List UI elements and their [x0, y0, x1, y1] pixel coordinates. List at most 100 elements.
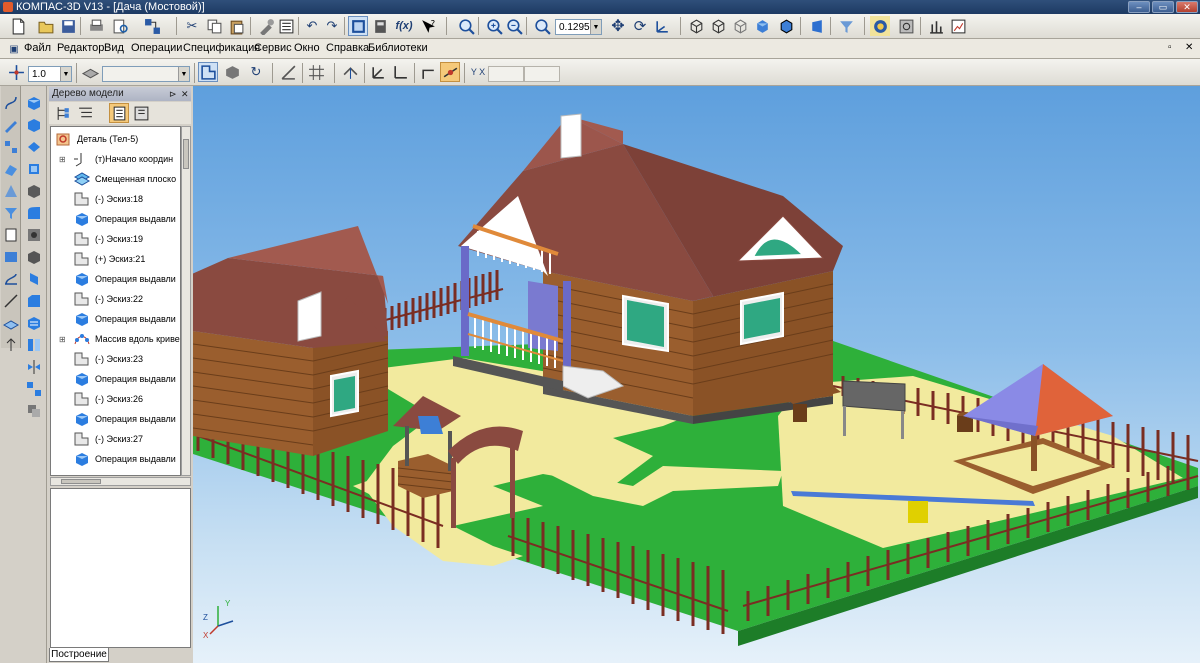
zoom-scale-select[interactable]: 0.1295 ▼ [555, 19, 602, 35]
menu-libraries[interactable]: Библиотеки [368, 42, 428, 54]
variables-button[interactable]: f(x) [392, 16, 416, 36]
sheet-metal-icon[interactable] [2, 270, 20, 288]
shaded-edges-icon[interactable] [776, 16, 796, 36]
zoom-window-icon[interactable] [456, 16, 476, 36]
measure-tools-icon[interactable] [2, 182, 20, 200]
redo-icon[interactable]: ↷ [322, 16, 342, 36]
menu-operations[interactable]: Операции [131, 42, 182, 54]
tree-item[interactable]: ⊞ (т)Начало координ [51, 149, 180, 169]
save-icon[interactable] [58, 16, 78, 36]
surface-tools-icon[interactable] [2, 160, 20, 178]
menu-specification[interactable]: Спецификация [183, 42, 260, 54]
library-icon[interactable] [870, 16, 890, 36]
local-cs-icon[interactable] [368, 62, 388, 82]
tree-item[interactable]: (-) Эскиз:18 [51, 189, 180, 209]
shaded-icon[interactable] [752, 16, 772, 36]
grid-icon[interactable] [306, 62, 326, 82]
tree-item[interactable]: (+) Эскиз:21 [51, 249, 180, 269]
hole-operation-icon[interactable] [25, 226, 43, 244]
zoom-in-icon[interactable] [484, 16, 504, 36]
layer-icon[interactable] [80, 62, 100, 82]
perspective-icon[interactable] [806, 16, 826, 36]
shell-operation-icon[interactable] [25, 248, 43, 266]
horizontal-scrollbar[interactable] [50, 477, 191, 486]
zoom-scale-icon[interactable] [532, 16, 552, 36]
rotate-icon[interactable]: ⟳ [630, 16, 650, 36]
tree-item[interactable]: (-) Эскиз:22 [51, 289, 180, 309]
normal-to-icon[interactable] [340, 62, 360, 82]
auxiliary-geometry-icon[interactable] [2, 314, 20, 332]
menu-file[interactable]: Файл [24, 42, 51, 54]
scrollbar-thumb[interactable] [61, 479, 101, 484]
menu-view[interactable]: Вид [104, 42, 124, 54]
snap-icon[interactable] [418, 62, 438, 82]
split-operation-icon[interactable] [25, 336, 43, 354]
rebuild-icon[interactable]: ↻ [246, 62, 266, 82]
filter-icon[interactable] [836, 16, 856, 36]
coord-y-field[interactable] [524, 66, 560, 82]
angle-icon[interactable] [278, 62, 298, 82]
wireframe-icon[interactable] [686, 16, 706, 36]
orientation-icon[interactable] [652, 16, 672, 36]
3d-viewport[interactable]: Y Z X [193, 86, 1200, 663]
expand-icon[interactable]: ⊞ [59, 155, 66, 164]
maximize-button[interactable]: ▭ [1152, 1, 1174, 13]
pin-icon[interactable]: ⊳ [169, 87, 177, 101]
boolean-operation-icon[interactable] [25, 402, 43, 420]
document-menu-icon[interactable]: ▣ [4, 39, 24, 59]
new-document-icon[interactable] [8, 16, 28, 36]
tree-item[interactable]: (-) Эскиз:23 [51, 349, 180, 369]
dacha-3d-model[interactable]: Y Z X [193, 86, 1200, 663]
pan-icon[interactable]: ✥ [608, 16, 628, 36]
edit-component-icon[interactable] [222, 62, 242, 82]
chevron-down-icon[interactable]: ▼ [60, 67, 71, 81]
extrude-operation-icon[interactable] [25, 94, 43, 112]
cut-operation-icon[interactable] [25, 182, 43, 200]
spec-tools-icon[interactable] [2, 226, 20, 244]
pattern-operation-icon[interactable] [25, 380, 43, 398]
tree-item[interactable]: (-) Эскиз:27 [51, 429, 180, 449]
menu-edit[interactable]: Редактор [57, 42, 104, 54]
rotate-operation-icon[interactable] [25, 116, 43, 134]
restore-doc-icon[interactable]: ▫ [1168, 42, 1172, 53]
panel-close-icon[interactable]: ✕ [181, 87, 189, 101]
edit-tools-icon[interactable] [2, 116, 20, 134]
tree-item[interactable]: Операция выдавли [51, 449, 180, 469]
zoom-out-icon[interactable] [504, 16, 524, 36]
tree-toggle-icon[interactable] [348, 16, 368, 36]
menu-window[interactable]: Окно [294, 42, 320, 54]
cursor-step-select[interactable]: 1.0 ▼ [28, 66, 72, 82]
menu-help[interactable]: Справка [326, 42, 369, 54]
cursor-step-icon[interactable] [6, 62, 26, 82]
vertical-scrollbar[interactable] [181, 126, 191, 476]
hidden-lines-icon[interactable] [708, 16, 728, 36]
copy-icon[interactable] [204, 16, 224, 36]
tree-view-mode-icon[interactable] [75, 103, 95, 123]
menu-service[interactable]: Сервис [254, 42, 292, 54]
close-button[interactable]: ✕ [1176, 1, 1198, 13]
loft-operation-icon[interactable] [25, 160, 43, 178]
elements-icon[interactable] [2, 292, 20, 310]
open-folder-icon[interactable] [36, 16, 56, 36]
filter-tools-icon[interactable] [2, 204, 20, 222]
kinematic-operation-icon[interactable] [25, 138, 43, 156]
tree-structure-icon[interactable] [53, 103, 73, 123]
manager-icon[interactable] [142, 16, 162, 36]
chamfer-operation-icon[interactable] [25, 292, 43, 310]
tree-item[interactable]: (-) Эскиз:19 [51, 229, 180, 249]
report-tools-icon[interactable] [2, 248, 20, 266]
close-doc-icon[interactable]: ✕ [1185, 42, 1193, 53]
sketch-mode-icon[interactable] [198, 62, 218, 82]
mass-properties-icon[interactable] [926, 16, 946, 36]
paste-icon[interactable] [226, 16, 246, 36]
tree-settings-icon[interactable] [131, 103, 151, 123]
help-cursor-icon[interactable]: ? [418, 16, 438, 36]
curve-tools-icon[interactable] [2, 94, 20, 112]
undo-icon[interactable]: ↶ [302, 16, 322, 36]
tree-item[interactable]: Операция выдавли [51, 269, 180, 289]
minimize-button[interactable]: – [1128, 1, 1150, 13]
chevron-down-icon[interactable]: ▼ [590, 20, 601, 34]
array-tools-icon[interactable] [2, 138, 20, 156]
thread-operation-icon[interactable] [25, 314, 43, 332]
thin-lines-icon[interactable] [730, 16, 750, 36]
